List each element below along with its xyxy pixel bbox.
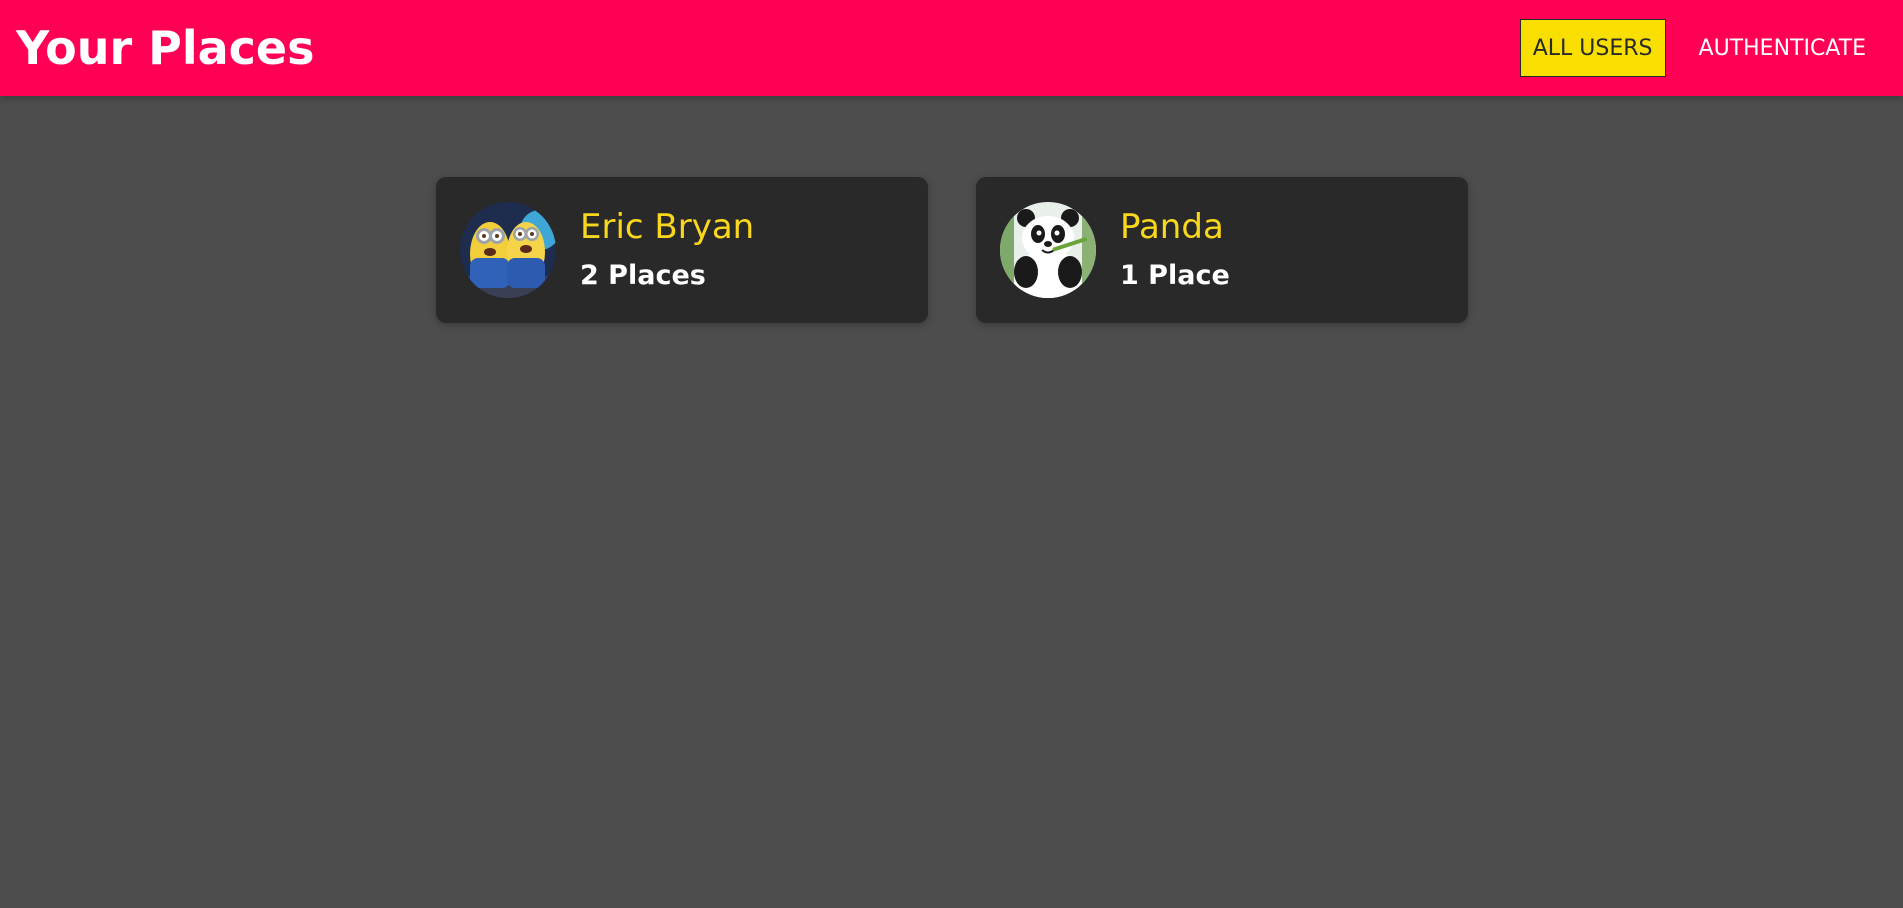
user-card-panda[interactable]: Panda 1 Place xyxy=(976,177,1468,323)
user-info: Panda 1 Place xyxy=(1120,209,1230,290)
user-info: Eric Bryan 2 Places xyxy=(580,209,754,290)
user-name: Panda xyxy=(1120,207,1224,248)
main-navigation: ALL USERS AUTHENTICATE xyxy=(1519,18,1879,78)
nav-all-users-link[interactable]: ALL USERS xyxy=(1519,19,1666,77)
user-places-count: 2 Places xyxy=(580,259,706,291)
user-places-count: 1 Place xyxy=(1120,259,1230,291)
nav-authenticate-link[interactable]: AUTHENTICATE xyxy=(1686,19,1879,77)
minions-avatar-icon xyxy=(460,202,556,298)
user-card-eric-bryan[interactable]: Eric Bryan 2 Places xyxy=(436,177,928,323)
panda-avatar-icon xyxy=(1000,202,1096,298)
users-list: Eric Bryan 2 Places Panda 1 Place xyxy=(436,177,1468,323)
main-header: Your Places ALL USERS AUTHENTICATE xyxy=(0,0,1903,96)
page-title[interactable]: Your Places xyxy=(16,0,315,96)
user-name: Eric Bryan xyxy=(580,207,755,248)
